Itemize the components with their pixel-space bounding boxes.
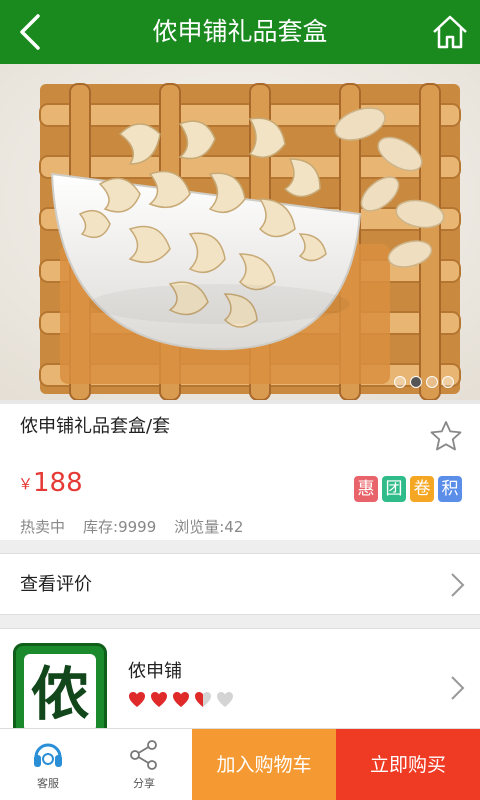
- top-bar: 侬申铺礼品套盒: [0, 0, 480, 64]
- share-button[interactable]: 分享: [96, 729, 192, 800]
- carousel-dot[interactable]: [410, 376, 422, 388]
- promo-badge-discount: 惠: [354, 476, 378, 502]
- shop-rating: [128, 691, 234, 708]
- customer-service-button[interactable]: 客服: [0, 729, 96, 800]
- buy-now-button[interactable]: 立即购买: [336, 729, 480, 800]
- promo-badge-coupon: 卷: [410, 476, 434, 502]
- product-meta: 热卖中 库存:9999 浏览量:42: [20, 516, 243, 537]
- promo-badge-group: 团: [382, 476, 406, 502]
- carousel-dot[interactable]: [442, 376, 454, 388]
- star-outline-icon[interactable]: [430, 420, 462, 452]
- heart-icon: [151, 692, 167, 707]
- price-value: 188: [33, 468, 83, 498]
- product-info-panel: 侬申铺礼品套盒/套 ￥188 惠 团 卷 积 热卖中 库存:9999 浏览量:4…: [0, 400, 480, 540]
- chevron-right-icon: [451, 573, 465, 597]
- chevron-right-icon: [451, 676, 465, 700]
- customer-service-label: 客服: [37, 777, 59, 790]
- add-to-cart-button[interactable]: 加入购物车: [192, 729, 336, 800]
- share-label: 分享: [133, 777, 155, 790]
- page-title: 侬申铺礼品套盒: [152, 17, 328, 46]
- bottom-action-bar: 客服 分享 加入购物车 立即购买: [0, 728, 480, 800]
- heart-icon: [217, 692, 233, 707]
- carousel-dot[interactable]: [394, 376, 406, 388]
- home-icon[interactable]: [430, 12, 470, 52]
- carousel-dot[interactable]: [426, 376, 438, 388]
- stock-count: 库存:9999: [83, 518, 157, 536]
- product-photo: [0, 64, 480, 400]
- headset-icon: [34, 743, 62, 767]
- product-image-carousel[interactable]: [0, 64, 480, 400]
- heart-icon: [173, 692, 189, 707]
- view-reviews-row[interactable]: 查看评价: [0, 553, 480, 615]
- promo-badge-points: 积: [438, 476, 462, 502]
- shop-name: 侬申铺: [128, 661, 182, 682]
- share-icon: [130, 740, 157, 770]
- promo-badges: 惠 团 卷 积: [354, 476, 462, 502]
- back-chevron-icon[interactable]: [12, 10, 52, 54]
- view-reviews-label: 查看评价: [20, 574, 92, 595]
- carousel-indicator: [394, 376, 454, 388]
- product-name: 侬申铺礼品套盒/套: [20, 416, 171, 437]
- heart-icon: [129, 692, 145, 707]
- heart-icon: [195, 692, 211, 707]
- view-count: 浏览量:42: [174, 518, 244, 536]
- currency-symbol: ￥: [18, 475, 34, 493]
- shop-logo-text: 侬: [24, 654, 96, 732]
- sale-status: 热卖中: [20, 518, 66, 536]
- product-price: ￥188: [18, 468, 83, 498]
